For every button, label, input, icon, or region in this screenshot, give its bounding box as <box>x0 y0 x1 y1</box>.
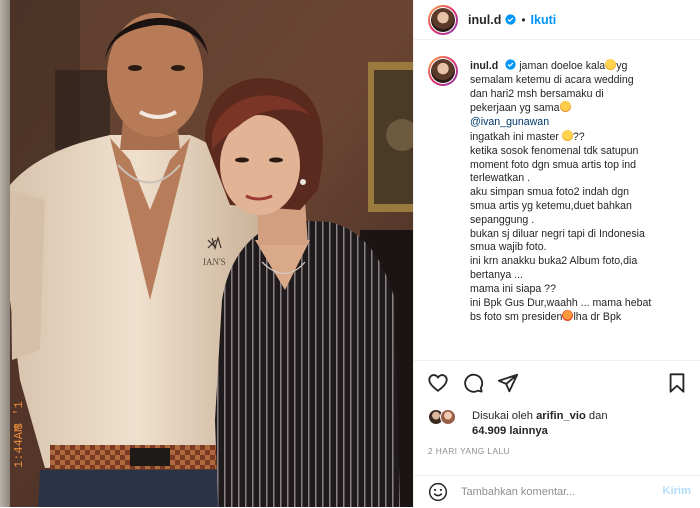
separator-dot: • <box>521 12 526 27</box>
caption-line: dan hari2 msh bersamaku di <box>470 87 604 100</box>
likes-prefix: Disukai oleh <box>472 410 533 422</box>
caption-line: smua artis yg ketemu,duet bahkan <box>470 199 632 212</box>
caption-line: bertanya ... <box>470 268 523 281</box>
caption-suffix: ?? <box>572 130 585 143</box>
follow-button[interactable]: Ikuti <box>531 13 557 27</box>
action-bar <box>414 360 700 402</box>
caption-line: lha dr Bpk <box>573 311 622 324</box>
caption-line: ini Bpk Gus Dur,waahh ... mama hebat <box>470 296 652 309</box>
post-photo[interactable]: IAN'S 1:44AM 3 '1 <box>0 0 413 507</box>
kiss-emoji-icon <box>559 101 571 113</box>
likes-and: dan <box>588 410 608 422</box>
paper-plane-icon[interactable] <box>497 372 519 394</box>
caption-line: moment foto dgn smua artis top ind <box>470 158 637 171</box>
caption-line: smua wajib foto. <box>470 241 547 254</box>
liker-username[interactable]: arifin_vio <box>536 410 586 422</box>
caption-line: bukan sj diluar negri tapi di Indonesia <box>470 227 645 240</box>
likes-text: Disukai oleh arifin_vio dan 64.909 lainn… <box>472 409 608 439</box>
caption-text: inul.d jaman doeloe kala yg semalam ketem… <box>470 59 694 325</box>
caption-line: jaman doeloe kala <box>519 60 606 72</box>
mention-link[interactable]: @ivan_gunawan <box>470 116 694 130</box>
caption-avatar[interactable] <box>428 56 458 86</box>
verified-badge-icon <box>505 14 516 25</box>
comment-bubble-icon[interactable] <box>462 372 484 394</box>
caption-line: ini krn anakku buka2 Album foto,dia <box>470 255 638 268</box>
author-username[interactable]: inul.d <box>468 13 501 27</box>
likes-count[interactable]: 64.909 <box>472 425 506 437</box>
avatar[interactable] <box>428 4 458 35</box>
caption-area: inul.d jaman doeloe kala yg semalam ketem… <box>428 50 694 358</box>
post-side-panel: inul.d • Ikuti inul.d jaman doeloe kala y… <box>413 0 700 508</box>
likes-section: Disukai oleh arifin_vio dan 64.909 lainn… <box>428 407 698 441</box>
likes-others[interactable]: lainnya <box>509 425 548 437</box>
caption-line: bs foto sm presiden <box>470 311 563 324</box>
grinning-emoji-icon <box>605 59 617 70</box>
caption-line: semalam ketemu di acara wedding <box>470 73 634 86</box>
caption-line: aku simpan smua foto2 indah dgn <box>470 186 630 199</box>
angry-emoji-icon <box>562 310 574 322</box>
comment-box: Kirim <box>414 475 700 508</box>
verified-badge-icon <box>505 59 516 70</box>
caption-line: mama ini siapa ?? <box>470 282 556 295</box>
caption-suffix: yg <box>616 60 628 72</box>
photo-date-stamp: 3 '1 <box>12 401 26 430</box>
caption-line: sepanggung . <box>470 213 535 226</box>
caption-line: pekerjaan yg sama <box>470 102 560 115</box>
bookmark-icon[interactable] <box>666 372 688 394</box>
instagram-post-modal: IAN'S 1:44AM 3 '1 inul.d • Ikuti inul.d … <box>0 0 700 508</box>
shirt-logo-text: IAN'S <box>203 257 226 267</box>
post-timestamp[interactable]: 2 HARI YANG LALU <box>428 446 510 456</box>
post-header: inul.d • Ikuti <box>414 0 700 40</box>
comment-input[interactable] <box>461 476 651 508</box>
caption-username[interactable]: inul.d <box>470 60 498 72</box>
caption-line: ketika sosok fenomenal tdk satupun <box>470 144 639 157</box>
caption-line: ingatkah ini master <box>470 130 559 143</box>
photo-time-stamp: 1:44AM <box>12 425 26 468</box>
heart-icon[interactable] <box>427 372 449 394</box>
smiley-icon[interactable] <box>428 482 448 502</box>
liker-avatar[interactable] <box>440 409 456 425</box>
caption-line: terlewatkan . <box>470 172 531 185</box>
send-button[interactable]: Kirim <box>662 485 691 497</box>
grinning-emoji-icon <box>561 129 573 141</box>
